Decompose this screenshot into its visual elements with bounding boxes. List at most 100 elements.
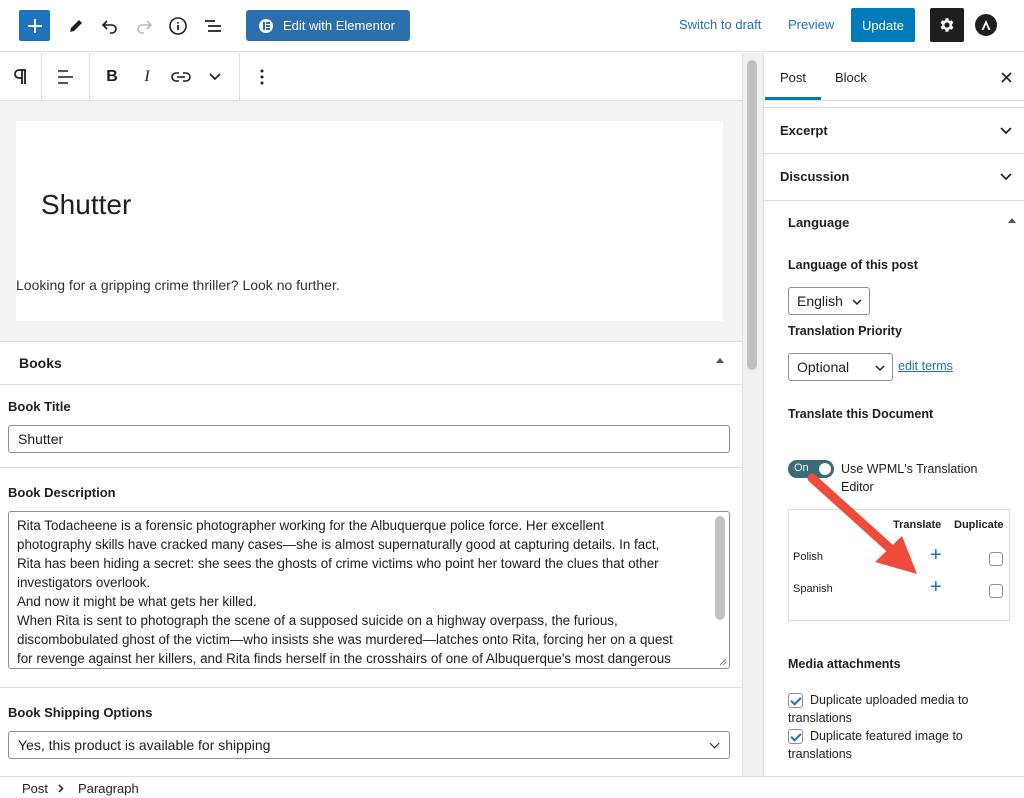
translation-editor-label: Use WPML's Translation Editor <box>841 462 978 494</box>
translate-document-label: Translate this Document <box>788 407 934 421</box>
chevron-down-icon <box>852 299 862 306</box>
description-line: photography skills have cracked many cas… <box>17 537 660 552</box>
toggle-on-label: On <box>794 462 809 474</box>
undo-button[interactable] <box>94 10 126 42</box>
description-line: When Rita is sent to photograph the scen… <box>17 613 618 628</box>
italic-button[interactable]: I <box>132 53 162 101</box>
book-title-input[interactable]: Shutter <box>8 425 730 453</box>
pilcrow-icon <box>14 69 26 84</box>
undo-icon <box>101 20 117 34</box>
breadcrumb-post[interactable]: Post <box>22 781 48 796</box>
list-view-icon <box>205 20 221 32</box>
pencil-icon <box>70 20 82 32</box>
more-formatting-button[interactable] <box>200 53 230 101</box>
book-description-text: Rita Todacheene is a forensic photograph… <box>17 516 707 668</box>
translation-priority-select[interactable]: Optional <box>788 353 893 381</box>
tab-post[interactable]: Post <box>780 70 806 85</box>
translate-column-header: Translate <box>893 519 942 531</box>
link-icon <box>171 72 191 82</box>
edit-with-elementor-label: Edit with Elementor <box>283 18 395 33</box>
description-line: investigators overlook. <box>17 575 151 590</box>
add-translation-spanish-icon[interactable]: + <box>930 577 942 597</box>
settings-button[interactable] <box>930 8 964 42</box>
details-button[interactable] <box>162 10 194 42</box>
book-description-textarea[interactable]: Rita Todacheene is a forensic photograph… <box>8 511 730 669</box>
sidebar-tabs: Post Block <box>764 53 1024 101</box>
duplicate-column-header: Duplicate <box>954 519 1004 531</box>
book-shipping-select[interactable]: Yes, this product is available for shipp… <box>8 731 730 759</box>
top-toolbar: Edit with Elementor Switch to draft Prev… <box>0 0 1024 52</box>
description-line: Rita Todacheene is a forensic photograph… <box>17 518 605 533</box>
collapse-caret-icon[interactable] <box>716 358 724 363</box>
bold-button[interactable]: B <box>97 53 127 101</box>
gear-icon <box>940 18 954 32</box>
edit-with-elementor-button[interactable]: Edit with Elementor <box>246 10 410 41</box>
chevron-down-icon <box>709 738 720 749</box>
block-options-button[interactable] <box>247 53 277 101</box>
collapse-caret-icon[interactable] <box>1008 218 1016 223</box>
switch-to-draft-link[interactable]: Switch to draft <box>679 17 761 32</box>
book-description-label: Book Description <box>8 485 116 500</box>
align-left-icon <box>58 70 73 84</box>
breadcrumb-paragraph[interactable]: Paragraph <box>78 781 139 796</box>
edit-terms-link[interactable]: edit terms <box>898 359 953 373</box>
link-button[interactable] <box>166 53 196 101</box>
language-select[interactable]: English <box>788 287 870 315</box>
chevron-down-icon <box>875 365 885 372</box>
plus-icon <box>27 18 42 33</box>
panel-language[interactable]: Language <box>788 215 849 230</box>
translation-editor-toggle[interactable]: On <box>788 460 834 478</box>
update-button[interactable]: Update <box>851 8 915 42</box>
duplicate-polish-checkbox[interactable] <box>989 552 1003 566</box>
align-button[interactable] <box>45 53 85 101</box>
description-line: for revenge against her killers, and Rit… <box>17 651 671 666</box>
update-label: Update <box>862 17 904 33</box>
duplicate-featured-image-label: Duplicate featured image to translations <box>788 729 963 761</box>
language-of-post-label: Language of this post <box>788 258 918 272</box>
bold-icon: B <box>106 68 118 85</box>
translation-priority-label: Translation Priority <box>788 324 902 338</box>
more-vertical-icon <box>260 69 264 85</box>
book-title-label: Book Title <box>8 399 71 414</box>
preview-link[interactable]: Preview <box>788 17 834 32</box>
italic-icon: I <box>144 68 150 85</box>
breadcrumb: Post Paragraph <box>0 776 1024 798</box>
paragraph-block[interactable]: Looking for a gripping crime thriller? L… <box>16 277 340 293</box>
close-icon[interactable] <box>1001 72 1012 83</box>
chevron-right-icon <box>58 784 64 793</box>
editor-scrollbar-thumb[interactable] <box>747 60 757 370</box>
list-view-button[interactable] <box>197 10 229 42</box>
paragraph-block-button[interactable] <box>0 53 40 101</box>
language-row-polish: Polish <box>793 551 823 563</box>
books-metabox-title[interactable]: Books <box>19 355 62 371</box>
textarea-scrollbar[interactable] <box>715 516 725 620</box>
language-row-spanish: Spanish <box>793 583 833 595</box>
post-title[interactable]: Shutter <box>41 189 131 221</box>
media-attachments-label: Media attachments <box>788 657 901 671</box>
language-value: English <box>797 293 843 309</box>
astra-logo-icon <box>981 20 991 30</box>
chevron-down-icon <box>209 73 221 81</box>
description-line: Rita has been hiding a secret: she sees … <box>17 556 659 571</box>
description-line: discombobulated ghost of the victim—who … <box>17 632 673 647</box>
chevron-down-icon[interactable] <box>1000 127 1012 135</box>
duplicate-spanish-checkbox[interactable] <box>989 584 1003 598</box>
add-block-button[interactable] <box>19 10 50 41</box>
editor-canvas <box>0 101 742 341</box>
priority-value: Optional <box>797 359 850 375</box>
book-shipping-label: Book Shipping Options <box>8 705 153 720</box>
active-tab-indicator <box>765 97 821 100</box>
astra-settings-button[interactable] <box>975 14 997 36</box>
panel-excerpt[interactable]: Excerpt <box>780 123 828 138</box>
redo-button[interactable] <box>128 10 160 42</box>
tab-block[interactable]: Block <box>835 70 867 85</box>
duplicate-media-label: Duplicate uploaded media to translations <box>788 693 969 725</box>
add-translation-polish-icon[interactable]: + <box>930 545 942 565</box>
info-icon <box>169 17 187 35</box>
panel-discussion[interactable]: Discussion <box>780 169 849 184</box>
resize-handle-icon[interactable] <box>717 656 727 666</box>
edit-tool-button[interactable] <box>60 10 92 42</box>
elementor-logo-icon <box>259 18 273 33</box>
chevron-down-icon[interactable] <box>1000 173 1012 181</box>
book-shipping-value: Yes, this product is available for shipp… <box>18 737 271 753</box>
